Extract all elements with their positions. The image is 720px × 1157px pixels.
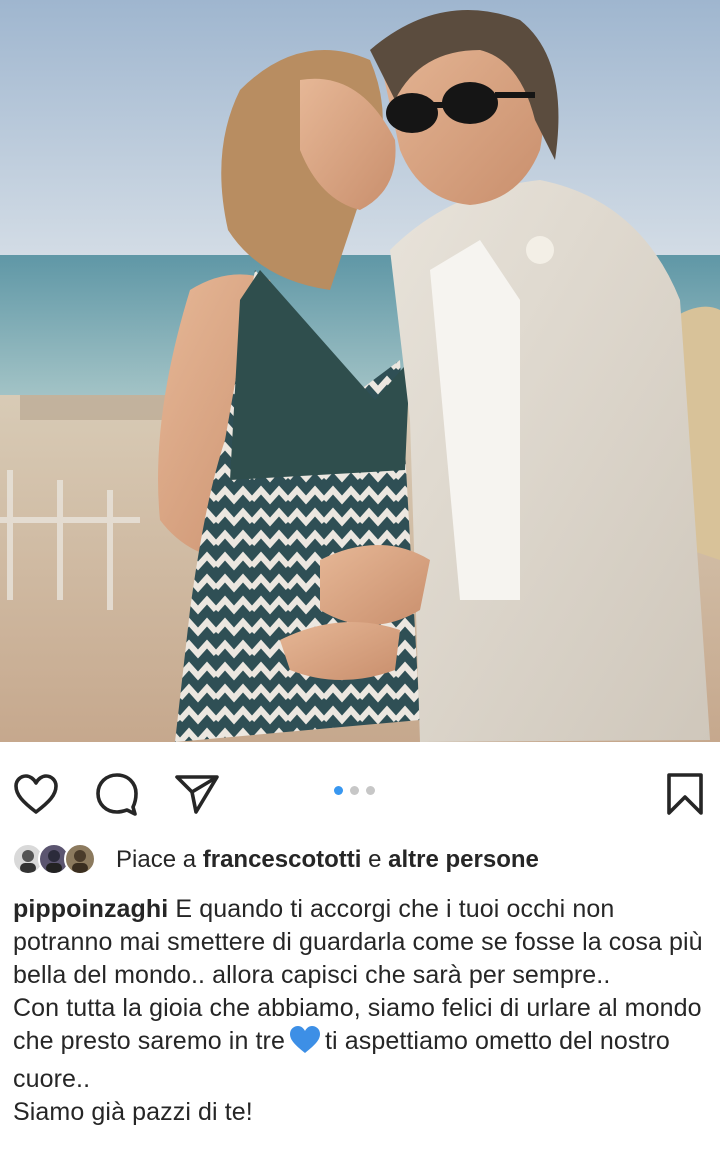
likes-prefix: Piace a: [116, 846, 197, 873]
caption-text: Siamo già pazzi di te!: [13, 1098, 253, 1126]
carousel-dot: [366, 786, 375, 795]
save-button[interactable]: [661, 770, 709, 818]
caption-paragraph: Siamo già pazzi di te!: [13, 1096, 713, 1129]
comment-button[interactable]: [93, 770, 141, 818]
carousel-dot: [350, 786, 359, 795]
likes-text: Piace a francescototti e altre persone: [116, 846, 539, 874]
avatar: [64, 843, 96, 875]
post-image: [0, 0, 720, 742]
comment-bubble-icon: [96, 773, 138, 816]
caption-paragraph: Con tutta la gioia che abbiamo, siamo fe…: [13, 992, 713, 1096]
carousel-indicator: [334, 786, 375, 795]
like-button[interactable]: [12, 770, 60, 818]
post-caption: pippoinzaghi E quando ti accorgi che i t…: [13, 893, 713, 1129]
bookmark-icon: [667, 773, 703, 815]
likes-row[interactable]: Piace a francescototti e altre persone: [12, 840, 539, 880]
share-button[interactable]: [173, 770, 221, 818]
paper-plane-icon: [175, 775, 219, 814]
post-action-bar: [0, 742, 720, 842]
post-photo[interactable]: [0, 0, 720, 742]
caption-username[interactable]: pippoinzaghi: [13, 895, 168, 923]
caption-paragraph: pippoinzaghi E quando ti accorgi che i t…: [13, 893, 713, 992]
heart-outline-icon: [14, 774, 58, 814]
blue-heart-emoji: [289, 1025, 321, 1063]
liker-avatars: [12, 840, 108, 880]
liker-username[interactable]: francescototti: [203, 846, 362, 873]
carousel-dot-active: [334, 786, 343, 795]
likes-others[interactable]: altre persone: [388, 846, 539, 873]
likes-joiner: e: [368, 846, 382, 873]
